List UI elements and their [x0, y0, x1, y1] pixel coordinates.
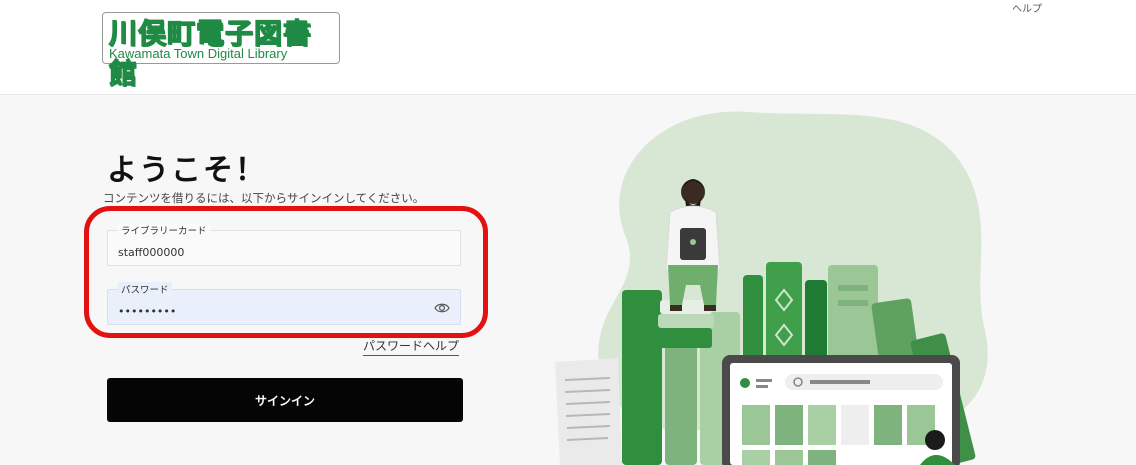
- library-card-field: ライブラリーカード: [107, 223, 461, 266]
- password-input[interactable]: [108, 290, 460, 324]
- library-logo[interactable]: 川俣町電子図書館 Kawamata Town Digital Library: [102, 12, 340, 91]
- reading-illustration: [555, 111, 988, 465]
- signin-instructions: コンテンツを借りるには、以下からサインインしてください。: [103, 191, 425, 205]
- library-card-input[interactable]: [108, 231, 460, 265]
- signin-button[interactable]: サインイン: [107, 378, 463, 422]
- logo-title-en: Kawamata Town Digital Library: [109, 46, 288, 61]
- eye-icon[interactable]: [434, 302, 450, 314]
- welcome-heading: ようこそ！: [107, 153, 267, 188]
- site-header: 川俣町電子図書館 Kawamata Town Digital Library ヘ…: [0, 0, 1136, 95]
- password-field: パスワード: [107, 282, 461, 325]
- help-link[interactable]: ヘルプ: [1012, 0, 1042, 15]
- password-help-link[interactable]: パスワードヘルプ: [363, 337, 460, 356]
